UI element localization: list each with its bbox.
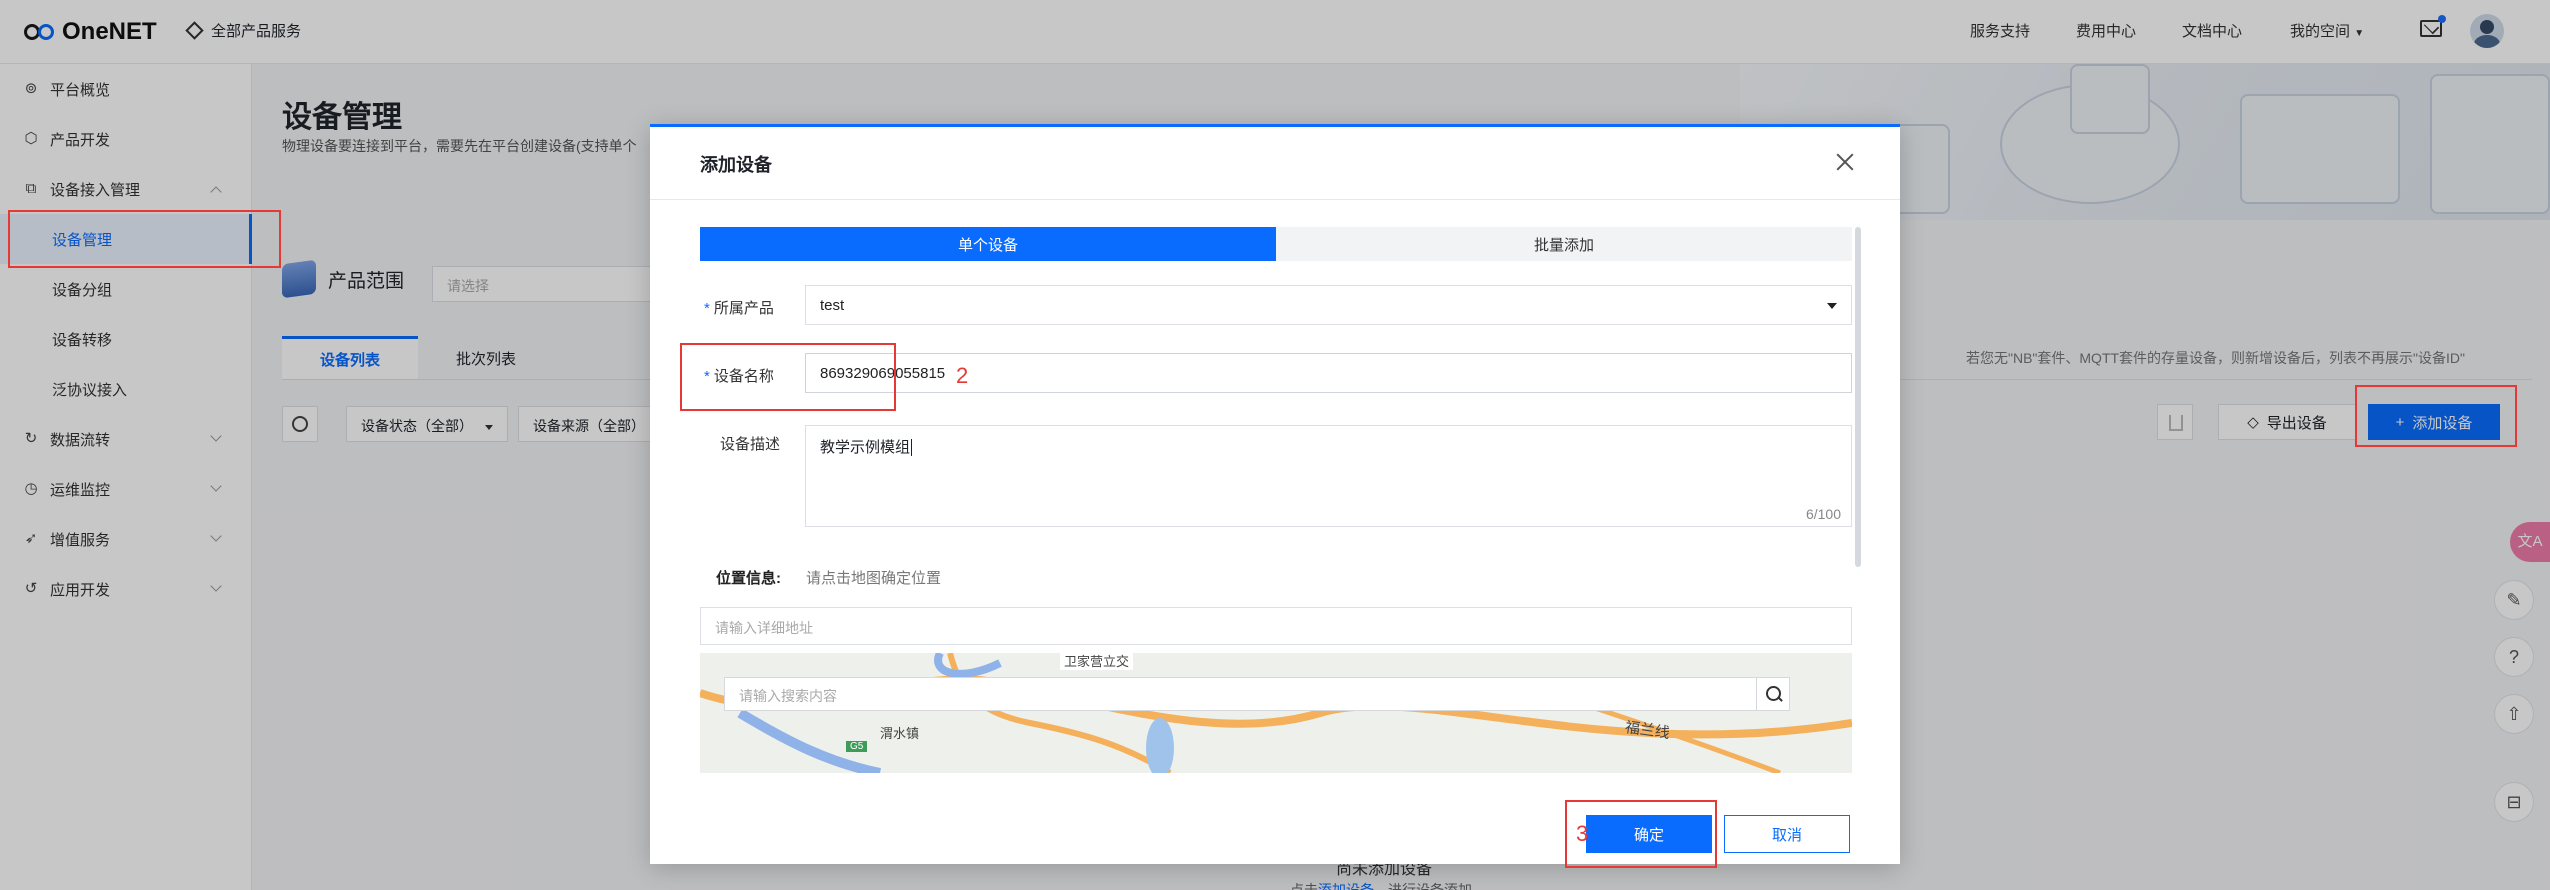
product-label-text: 所属产品 [713, 300, 774, 317]
tab-single-device[interactable]: 单个设备 [700, 227, 1276, 261]
map-label: 渭水镇 [880, 726, 920, 741]
location-label: 位置信息: [716, 570, 781, 587]
map-search-input[interactable]: 请输入搜索内容 [724, 677, 1788, 711]
device-desc-textarea[interactable]: 教学示例模组 6/100 [805, 425, 1852, 527]
annotation-box-device-name [680, 343, 896, 411]
add-device-dialog: 添加设备 单个设备 批量添加 * 所属产品 test * 设备名称 86932906… [650, 124, 1900, 868]
text-cursor [911, 439, 913, 456]
device-desc-value: 教学示例模组 [820, 439, 911, 456]
annotation-number-2: 2 [956, 363, 969, 388]
location-hint: 请点击地图确定位置 [806, 570, 942, 587]
product-field-label: * 所属产品 [704, 297, 774, 318]
cancel-button[interactable]: 取消 [1724, 815, 1850, 853]
device-desc-label: 设备描述 [720, 436, 781, 453]
annotation-box-add-button [2355, 385, 2517, 447]
caret-down-icon [1827, 303, 1837, 309]
map-canvas [700, 653, 1852, 773]
search-icon[interactable] [1756, 677, 1790, 711]
product-value: test [820, 297, 845, 314]
address-input[interactable]: 请输入详细地址 [700, 607, 1852, 645]
close-icon[interactable] [1830, 147, 1860, 177]
map-label: 卫家营立交 [1060, 653, 1134, 670]
annotation-box-sidebar [8, 210, 281, 268]
annotation-number-3: 3 [1576, 821, 1589, 846]
char-count: 6/100 [1805, 506, 1841, 522]
required-icon: * [704, 300, 710, 317]
tab-batch-add[interactable]: 批量添加 [1276, 227, 1852, 261]
dialog-header-divider [650, 199, 1900, 200]
dialog-title: 添加设备 [700, 155, 772, 175]
product-select-field[interactable]: test [805, 285, 1852, 325]
map-label: G5 [846, 741, 868, 752]
dialog-scrollbar[interactable] [1855, 227, 1861, 567]
location-map[interactable]: 卫家营立交 渭水镇 G5 福兰线 [700, 653, 1852, 773]
